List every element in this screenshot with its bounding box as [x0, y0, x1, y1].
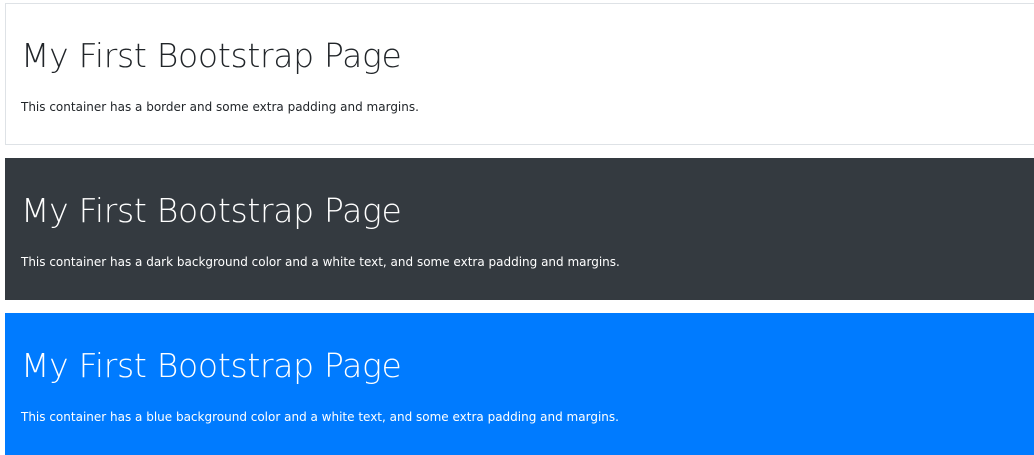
container-description: This container has a blue background col…: [21, 410, 619, 424]
page-heading: My First Bootstrap Page: [21, 191, 402, 230]
container-description: This container has a dark background col…: [21, 255, 620, 269]
page-heading: My First Bootstrap Page: [21, 346, 402, 385]
blue-container: My First Bootstrap Page This container h…: [5, 313, 1034, 455]
bordered-container: My First Bootstrap Page This container h…: [5, 3, 1034, 145]
dark-container: My First Bootstrap Page This container h…: [5, 158, 1034, 300]
container-description: This container has a border and some ext…: [21, 100, 419, 114]
page-heading: My First Bootstrap Page: [21, 36, 402, 75]
